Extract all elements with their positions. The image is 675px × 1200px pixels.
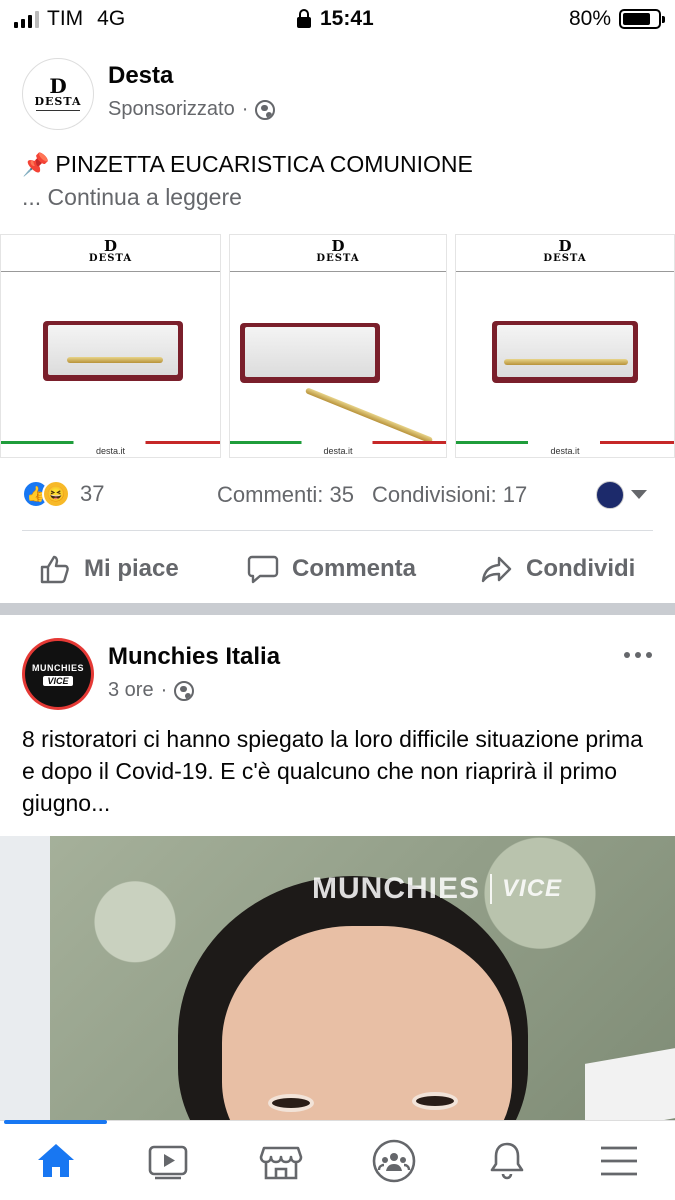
- post-author-desta[interactable]: Desta: [108, 62, 173, 90]
- tweezer-image: [504, 359, 628, 365]
- video-subject-eye: [412, 1092, 458, 1110]
- carousel-item[interactable]: D DESTA desta.it: [0, 234, 221, 458]
- divider: [22, 530, 653, 531]
- active-tab-indicator: [4, 1120, 107, 1124]
- continue-reading-link[interactable]: ... Continua a leggere: [22, 181, 473, 214]
- desta-logo: D DESTA: [316, 237, 360, 265]
- carousel-item[interactable]: D DESTA desta.it: [229, 234, 447, 458]
- video-frame-edge: [0, 836, 50, 1122]
- haha-reaction-icon: 😆: [42, 480, 70, 508]
- share-label: Condividi: [526, 555, 636, 582]
- reactions-summary[interactable]: 👍 😆 37: [22, 480, 104, 508]
- vice-logo-word: VICE: [43, 675, 73, 686]
- flag-stripe: [456, 441, 674, 444]
- desta-logo: D DESTA: [88, 237, 133, 265]
- caret-down-icon[interactable]: [631, 490, 647, 499]
- feed-separator: [0, 603, 675, 615]
- video-player[interactable]: MUNCHIES VICE: [0, 836, 675, 1122]
- shares-count[interactable]: Condivisioni: 17: [372, 482, 527, 508]
- carousel-site-label: desta.it: [323, 446, 353, 456]
- signal-icon: [14, 10, 39, 28]
- battery-icon: [619, 9, 665, 29]
- thumbs-up-icon: [40, 555, 69, 584]
- tab-groups[interactable]: [364, 1135, 424, 1187]
- tab-marketplace[interactable]: [251, 1135, 311, 1187]
- engagement-counts: Commenti: 35 Condivisioni: 17: [217, 482, 527, 508]
- video-watermark: MUNCHIES VICE: [312, 872, 562, 906]
- carrier-label: TIM: [47, 7, 84, 30]
- post-body: PINZETTA EUCARISTICA COMUNIONE: [55, 151, 473, 177]
- menu-icon: [601, 1146, 637, 1176]
- video-subject-eye: [268, 1094, 314, 1112]
- post-actions: Mi piace Commenta Condividi: [0, 542, 675, 596]
- tweezer-image: [304, 387, 434, 444]
- battery-percent: 80%: [568, 7, 611, 30]
- meta-separator: ·: [160, 679, 168, 701]
- reaction-count: 37: [80, 481, 105, 506]
- share-as-avatar[interactable]: [596, 481, 624, 509]
- comment-icon: [247, 555, 279, 584]
- case-image: [492, 321, 638, 383]
- tab-notifications[interactable]: [477, 1135, 537, 1187]
- tweezer-image: [67, 357, 163, 363]
- carousel-site-label: desta.it: [95, 446, 126, 456]
- marketplace-icon: [259, 1146, 303, 1180]
- case-image: [43, 321, 183, 381]
- video-subject-face: [222, 926, 512, 1122]
- watch-icon: [148, 1145, 188, 1180]
- globe-icon: [255, 99, 276, 120]
- desta-logo: D DESTA: [543, 237, 587, 265]
- watermark-brand: MUNCHIES: [312, 872, 481, 905]
- bottom-tab-bar: [0, 1120, 675, 1200]
- like-button[interactable]: Mi piace: [38, 542, 179, 596]
- like-label: Mi piace: [84, 555, 179, 582]
- post-text-munchies: 8 ristoratori ci hanno spiegato la loro …: [22, 726, 643, 816]
- tab-home[interactable]: [26, 1135, 86, 1187]
- post-meta-desta: Sponsorizzato ·: [108, 98, 276, 121]
- flag-stripe: [1, 441, 220, 444]
- post-time: 3 ore: [108, 679, 154, 701]
- munchies-logo-word: MUNCHIES: [31, 662, 84, 673]
- more-options-icon[interactable]: [624, 652, 652, 658]
- comments-count[interactable]: Commenti: 35: [217, 482, 354, 508]
- post-author-munchies[interactable]: Munchies Italia: [108, 643, 280, 671]
- desta-avatar[interactable]: D DESTA: [22, 58, 94, 130]
- status-bar: TIM 4G 15:41 80%: [0, 0, 675, 38]
- lock-icon: [297, 9, 311, 28]
- post-meta-munchies: 3 ore ·: [108, 679, 195, 702]
- sponsored-label: Sponsorizzato: [108, 98, 235, 120]
- desta-logo-swirl: [36, 110, 80, 111]
- munchies-avatar[interactable]: MUNCHIES VICE: [22, 638, 94, 710]
- comment-label: Commenta: [292, 555, 417, 582]
- groups-icon: [372, 1139, 416, 1183]
- comment-button[interactable]: Commenta: [246, 542, 416, 596]
- case-image: [240, 323, 380, 383]
- carousel-site-label: desta.it: [550, 446, 580, 456]
- carousel-item[interactable]: D DESTA desta.it: [455, 234, 675, 458]
- post-text-desta: 📌 PINZETTA EUCARISTICA COMUNIONE ... Cont…: [22, 148, 473, 214]
- bell-icon: [490, 1142, 524, 1180]
- desta-logo-mark: D: [49, 74, 67, 98]
- globe-icon: [174, 680, 195, 701]
- desta-logo-word: DESTA: [34, 95, 82, 108]
- clock: 15:41: [320, 7, 374, 30]
- meta-separator: ·: [241, 98, 249, 120]
- share-arrow-icon: [481, 556, 512, 583]
- tab-menu[interactable]: [589, 1135, 649, 1187]
- pushpin-icon: 📌: [22, 152, 50, 177]
- home-icon: [38, 1144, 74, 1177]
- flag-stripe: [230, 441, 446, 444]
- share-button[interactable]: Condividi: [480, 542, 635, 596]
- carousel[interactable]: D DESTA desta.it D DESTA desta.it D DESTA d…: [0, 234, 675, 458]
- watermark-partner: VICE: [502, 875, 563, 902]
- network-label: 4G: [97, 7, 126, 30]
- tab-watch[interactable]: [138, 1135, 198, 1187]
